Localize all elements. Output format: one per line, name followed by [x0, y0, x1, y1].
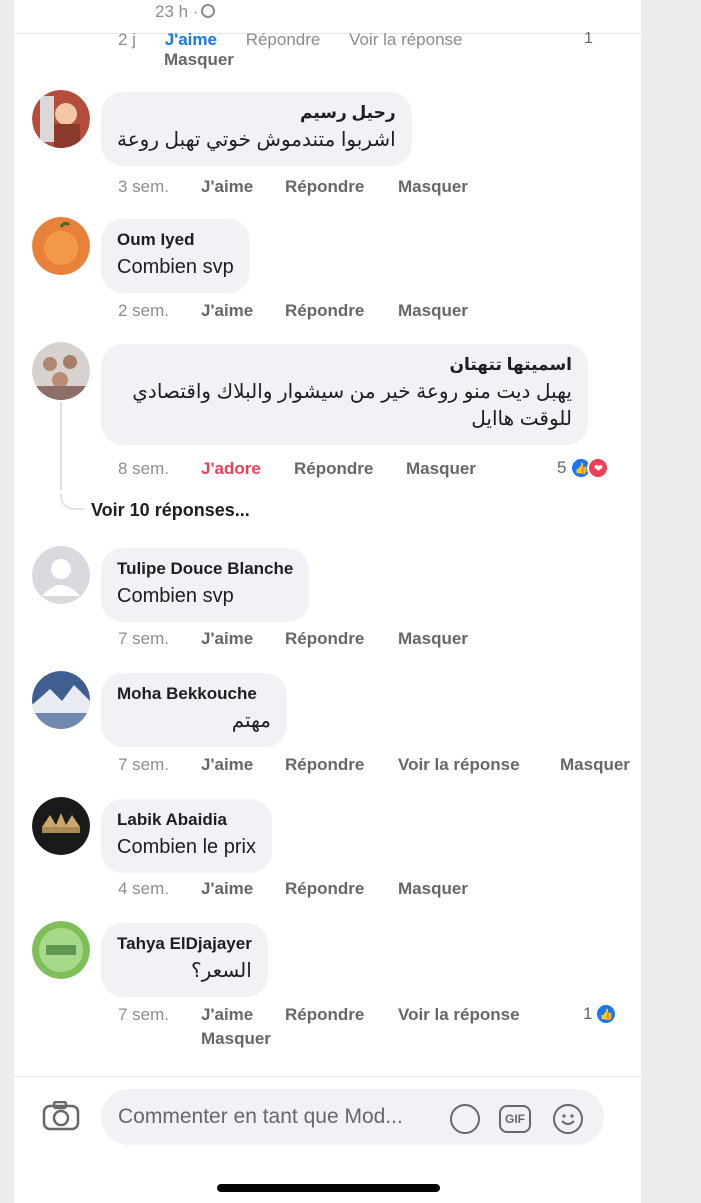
comment-text: مهتم [231, 710, 271, 732]
reaction-count: 5 [557, 458, 567, 477]
comment-author[interactable]: رحيل رسيم [117, 103, 396, 123]
like-button[interactable]: J'aime [201, 177, 253, 197]
comment-text: Combien svp [117, 256, 234, 278]
comment-text: Combien svp [117, 585, 234, 607]
hide-button[interactable]: Masquer [398, 177, 468, 197]
love-reaction-icon: ❤ [587, 457, 610, 479]
hide-button[interactable]: Masquer [560, 755, 630, 775]
comment-author[interactable]: Labik Abaidia [117, 810, 256, 830]
comment-bubble: Labik Abaidia Combien le prix [101, 799, 272, 873]
reaction-summary[interactable]: 5 👍 ❤ [557, 457, 610, 479]
avatar[interactable] [32, 217, 90, 275]
reaction-summary[interactable]: 1 👍 [583, 1003, 618, 1025]
hide-button[interactable]: Masquer [406, 459, 476, 479]
sticker-icon[interactable] [450, 1104, 480, 1134]
partial-view-reply[interactable]: Voir la réponse [349, 30, 462, 49]
love-button[interactable]: J'adore [201, 459, 261, 479]
like-button[interactable]: J'aime [201, 755, 253, 775]
avatar[interactable] [32, 342, 90, 400]
comment-time[interactable]: 7 sem. [118, 629, 169, 649]
camera-icon[interactable] [42, 1101, 80, 1131]
comment-text: Combien le prix [117, 836, 256, 858]
thread-curve [60, 494, 84, 510]
avatar[interactable] [32, 921, 90, 979]
reply-button[interactable]: Répondre [285, 177, 364, 197]
comment-text-line-1: يهبل ديت منو روعة خير من سيشوار والبلاك … [132, 381, 572, 403]
comment-author[interactable]: Tahya ElDjajayer [117, 934, 252, 954]
reply-button[interactable]: Répondre [285, 879, 364, 899]
comment-bubble: رحيل رسيم اشربوا متندموش خوتي تهبل روعة [101, 92, 412, 166]
like-button[interactable]: J'aime [201, 629, 253, 649]
comment-time[interactable]: 2 sem. [118, 301, 169, 321]
partial-time: 2 j [118, 30, 136, 49]
comment-input[interactable]: Commenter en tant que Mod... GIF [101, 1089, 604, 1145]
comment-time[interactable]: 3 sem. [118, 177, 169, 197]
comment-placeholder: Commenter en tant que Mod... [118, 1105, 403, 1128]
comments-screen: 23 h · 2 j J'aime Répondre Voir la répon… [14, 0, 641, 1203]
home-indicator[interactable] [217, 1184, 440, 1192]
emoji-icon[interactable] [553, 1104, 583, 1134]
comment-author[interactable]: Moha Bekkouche [117, 684, 271, 704]
reply-button[interactable]: Répondre [285, 1005, 364, 1025]
top-strip: 23 h · [14, 0, 641, 34]
hide-button[interactable]: Masquer [398, 629, 468, 649]
hide-button[interactable]: Masquer [201, 1029, 271, 1049]
like-button[interactable]: J'aime [201, 879, 253, 899]
reply-button[interactable]: Répondre [285, 755, 364, 775]
reply-button[interactable]: Répondre [285, 301, 364, 321]
comment-author[interactable]: Oum Iyed [117, 230, 234, 250]
default-avatar-icon[interactable] [32, 546, 90, 604]
comment-time[interactable]: 4 sem. [118, 879, 169, 899]
comment-text-line-2: للوقت هاايل [471, 408, 572, 430]
hide-button[interactable]: Masquer [398, 879, 468, 899]
avatar[interactable] [32, 797, 90, 855]
view-more-replies[interactable]: Voir 10 réponses... [91, 500, 250, 521]
post-time: 23 h · [155, 2, 216, 22]
view-reply-button[interactable]: Voir la réponse [398, 755, 520, 775]
reply-button[interactable]: Répondre [294, 459, 373, 479]
comment-time[interactable]: 7 sem. [118, 755, 169, 775]
comment-bubble: اسميتها تتهتان يهبل ديت منو روعة خير من … [101, 344, 588, 445]
partial-like[interactable]: J'aime [165, 30, 217, 49]
partial-reaction-count: 1 [584, 30, 593, 47]
partial-reply[interactable]: Répondre [246, 30, 321, 49]
view-reply-button[interactable]: Voir la réponse [398, 1005, 520, 1025]
thread-line [60, 402, 62, 490]
comment-author[interactable]: Tulipe Douce Blanche [117, 559, 293, 579]
comment-composer: Commenter en tant que Mod... GIF [14, 1076, 641, 1203]
comment-author[interactable]: اسميتها تتهتان [117, 355, 572, 375]
gif-icon[interactable]: GIF [499, 1105, 531, 1133]
partial-hide[interactable]: Masquer [164, 50, 234, 70]
comment-text: اشربوا متندموش خوتي تهبل روعة [117, 129, 396, 151]
partial-action-row: 2 j J'aime Répondre Voir la réponse [118, 30, 487, 50]
reply-button[interactable]: Répondre [285, 629, 364, 649]
comment-bubble: Oum Iyed Combien svp [101, 219, 250, 293]
hide-button[interactable]: Masquer [398, 301, 468, 321]
globe-icon [201, 4, 216, 18]
avatar[interactable] [32, 90, 90, 148]
comment-bubble: Tahya ElDjajayer السعر؟ [101, 923, 268, 997]
like-reaction-icon: 👍 [595, 1003, 618, 1025]
like-button[interactable]: J'aime [201, 301, 253, 321]
comment-text: السعر؟ [191, 960, 252, 982]
comment-bubble: Tulipe Douce Blanche Combien svp [101, 548, 310, 622]
comment-time[interactable]: 8 sem. [118, 459, 169, 479]
comment-bubble: Moha Bekkouche مهتم [101, 673, 287, 747]
avatar[interactable] [32, 671, 90, 729]
like-button[interactable]: J'aime [201, 1005, 253, 1025]
comment-time[interactable]: 7 sem. [118, 1005, 169, 1025]
reaction-count: 1 [583, 1004, 593, 1023]
